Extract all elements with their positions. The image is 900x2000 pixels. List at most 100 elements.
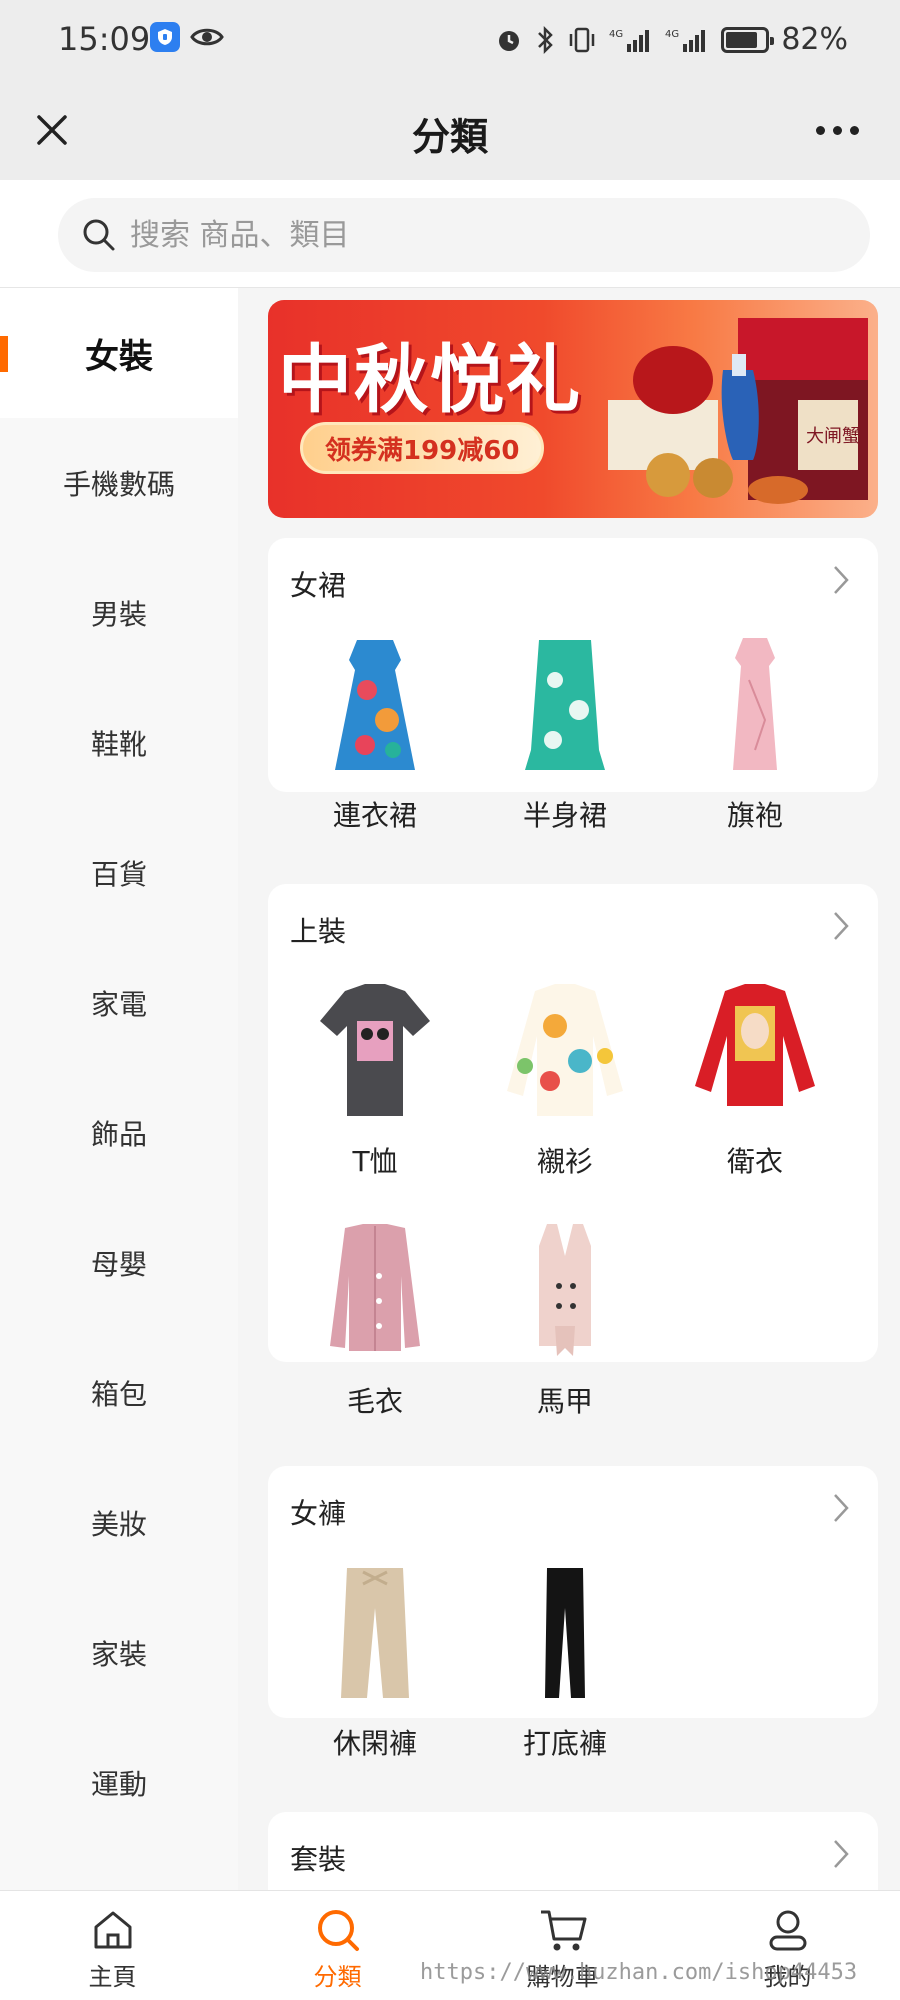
chevron-right-icon (834, 1494, 849, 1522)
battery-icon (721, 26, 775, 53)
category-item[interactable]: 連衣裙 (280, 626, 470, 866)
sidebar-item-label: 母嬰 (90, 1248, 147, 1281)
gift-box-label: 大闸蟹 (806, 426, 860, 447)
category-item[interactable]: 休閑褲 (280, 1554, 470, 1794)
banner-coupon: 领券满199减60 (300, 422, 545, 474)
sweater-image (330, 1224, 420, 1351)
svg-text:4G: 4G (665, 29, 679, 40)
sidebar-item-label: 運動 (90, 1768, 147, 1801)
promo-banner[interactable]: 中秋悦礼 领券满199减60 大闸蟹 (268, 300, 878, 518)
section-header[interactable]: 套裝 (268, 1812, 878, 1890)
sidebar-item-label: 手機數碼 (62, 468, 175, 501)
sidebar-item-digital[interactable]: 手機數碼 (0, 418, 238, 548)
category-item[interactable]: 馬甲 (470, 1212, 660, 1452)
nav-home[interactable]: 主頁 (0, 1891, 225, 2000)
sidebar-item-home[interactable]: 家裝 (0, 1588, 238, 1718)
sidebar-item-label: 家裝 (90, 1638, 147, 1671)
battery-percent: 82% (781, 22, 848, 57)
chevron-right-icon (834, 1840, 849, 1868)
page-title: 分類 (411, 115, 488, 159)
section-title: 套裝 (290, 1843, 347, 1876)
shirt-image (507, 984, 623, 1116)
search-icon (317, 1910, 359, 1951)
category-item[interactable]: 旗袍 (660, 626, 850, 866)
status-time: 15:09 (58, 20, 151, 58)
nav-category[interactable]: 分類 (225, 1891, 450, 2000)
tshirt-image (320, 984, 430, 1116)
sweatshirt-image (695, 984, 815, 1106)
dress-image (335, 640, 415, 770)
vibrate-icon (570, 27, 595, 52)
category-item-label: 毛衣 (346, 1385, 403, 1418)
sidebar-item-label: 男裝 (90, 598, 147, 631)
sidebar-item-sports[interactable]: 運動 (0, 1718, 238, 1848)
category-item-label: 休閑褲 (332, 1727, 417, 1760)
category-item[interactable]: 衛衣 (660, 972, 850, 1212)
more-button[interactable] (802, 100, 872, 160)
skirt-image (525, 640, 605, 770)
status-right-icons: 4G 4G 82% (495, 22, 848, 57)
category-item-label: 襯衫 (536, 1145, 593, 1178)
sidebar-item-beauty[interactable]: 美妝 (0, 1458, 238, 1588)
sidebar-item-label: 鞋靴 (90, 728, 147, 761)
nav-label: 分類 (313, 1963, 362, 1991)
sidebar-item-accessories[interactable]: 飾品 (0, 1068, 238, 1198)
casual-pants-image (341, 1568, 409, 1698)
sidebar-item-bags[interactable]: 箱包 (0, 1328, 238, 1458)
section-header[interactable]: 女褲 (268, 1466, 878, 1554)
bluetooth-icon (538, 25, 554, 54)
signal-icon-2: 4G (665, 29, 706, 52)
leggings-image (545, 1568, 585, 1698)
shield-icon (150, 22, 180, 52)
sidebar-item-label: 女裝 (85, 336, 153, 377)
search-input[interactable] (130, 217, 780, 253)
category-item[interactable]: T恤 (280, 972, 470, 1212)
search-icon (83, 219, 115, 251)
category-content: 中秋悦礼 领券满199减60 大闸蟹 女裙 連衣裙 半身裙 旗袍 上裝 T恤 襯… (238, 288, 900, 1890)
home-icon (94, 1911, 131, 1949)
sidebar-item-label: 美妝 (90, 1508, 147, 1541)
gift-boxes-image: 大闸蟹 (608, 318, 868, 504)
category-item[interactable]: 毛衣 (280, 1212, 470, 1452)
sidebar-item-mens[interactable]: 男裝 (0, 548, 238, 678)
category-item[interactable]: 打底褲 (470, 1554, 660, 1794)
sidebar-item-baby[interactable]: 母嬰 (0, 1198, 238, 1328)
category-item[interactable]: 襯衫 (470, 972, 660, 1212)
search-area (0, 180, 900, 288)
sidebar-item-label: 箱包 (90, 1378, 147, 1411)
sidebar-item-label: 百貨 (90, 858, 147, 891)
status-bar: 15:09 4G 4G 82% (0, 0, 900, 80)
more-icon (815, 125, 825, 135)
category-sidebar: 女裝 手機數碼 男裝 鞋靴 百貨 家電 飾品 母嬰 箱包 美妝 家裝 運動 (0, 288, 238, 1890)
category-item-label: 旗袍 (726, 799, 783, 832)
vest-image (539, 1224, 591, 1356)
eye-icon (190, 28, 224, 46)
user-icon (769, 1910, 806, 1951)
sidebar-item-label: 家電 (90, 988, 147, 1021)
banner-title: 中秋悦礼 (278, 337, 582, 423)
sidebar-item-general[interactable]: 百貨 (0, 808, 238, 938)
sidebar-item-label: 飾品 (90, 1118, 147, 1151)
title-bar: 分類 (0, 80, 900, 180)
alarm-icon (499, 30, 520, 51)
sidebar-item-shoes[interactable]: 鞋靴 (0, 678, 238, 808)
section-header[interactable]: 女裙 (268, 538, 878, 626)
cart-icon (540, 1910, 586, 1951)
battery-fill (726, 31, 758, 48)
section-sets: 套裝 (268, 1812, 878, 1890)
section-pants: 女褲 休閑褲 打底褲 (268, 1466, 878, 1760)
section-dresses: 女裙 連衣裙 半身裙 旗袍 (268, 538, 878, 832)
sidebar-item-appliances[interactable]: 家電 (0, 938, 238, 1068)
category-item-label: 馬甲 (536, 1385, 593, 1418)
category-item-label: 衛衣 (726, 1145, 783, 1178)
category-item-label: T恤 (352, 1145, 398, 1178)
search-box[interactable] (58, 198, 870, 272)
section-header[interactable]: 上裝 (268, 884, 878, 972)
sidebar-item-womens[interactable]: 女裝 (0, 288, 238, 418)
category-item-label: 打底褲 (522, 1727, 607, 1760)
section-tops: 上裝 T恤 襯衫 衛衣 毛衣 馬甲 (268, 884, 878, 1418)
category-item-label: 半身裙 (522, 799, 607, 832)
category-item[interactable]: 半身裙 (470, 626, 660, 866)
watermark: https://www.huzhan.com/ishop44453 (420, 1960, 858, 1985)
category-item-label: 連衣裙 (332, 799, 417, 832)
